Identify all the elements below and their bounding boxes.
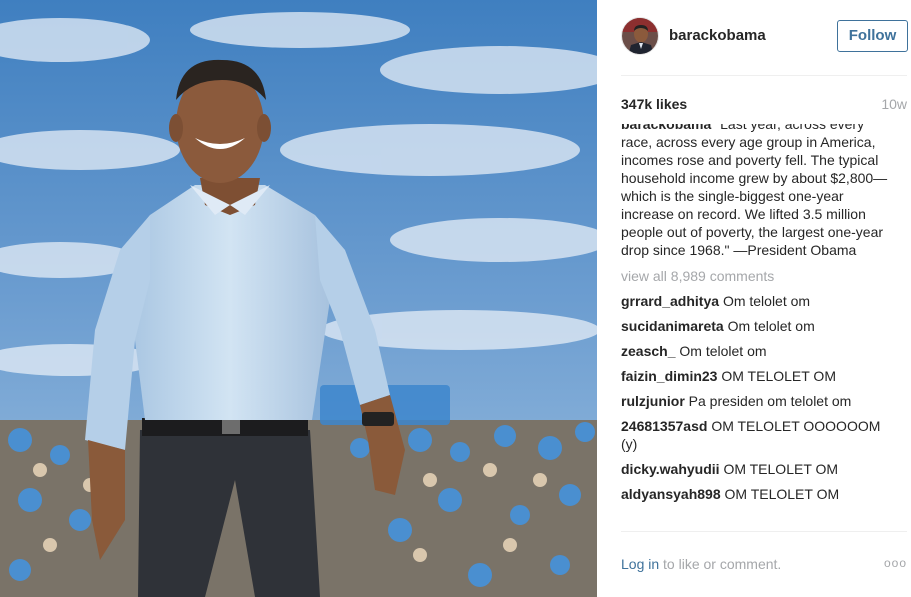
view-all-comments-link[interactable]: view all 8,989 comments bbox=[621, 267, 896, 285]
login-link[interactable]: Log in bbox=[621, 556, 659, 572]
post-footer: Log in to like or comment. ooo bbox=[621, 531, 907, 597]
comment-username[interactable]: grrard_adhitya bbox=[621, 293, 719, 309]
comment-row: faizin_dimin23 OM TELOLET OM bbox=[621, 367, 896, 385]
avatar[interactable] bbox=[621, 17, 659, 55]
comment-row: sucidanimareta Om telolet om bbox=[621, 317, 896, 335]
comment-username[interactable]: faizin_dimin23 bbox=[621, 368, 717, 384]
comments-list[interactable]: barackobama "Last year, across every rac… bbox=[621, 124, 896, 524]
comment-username[interactable]: aldyansyah898 bbox=[621, 486, 721, 502]
comment-text: Pa presiden om telolet om bbox=[688, 393, 852, 409]
comment-text: Om telolet om bbox=[679, 343, 767, 359]
more-options-icon[interactable]: ooo bbox=[884, 556, 907, 570]
comment-text: Om telolet om bbox=[722, 293, 811, 309]
likes-row: 347k likes 10w bbox=[621, 96, 907, 114]
comment-username[interactable]: 24681357asd bbox=[621, 418, 707, 434]
comment-username[interactable]: zeasch_ bbox=[621, 343, 675, 359]
comment-username[interactable]: dicky.wahyudii bbox=[621, 461, 720, 477]
comment-username[interactable]: sucidanimareta bbox=[621, 318, 724, 334]
caption: barackobama "Last year, across every rac… bbox=[621, 124, 896, 259]
follow-button[interactable]: Follow bbox=[837, 20, 908, 52]
comment-row: dicky.wahyudii OM TELOLET OM bbox=[621, 460, 896, 478]
caption-text: "Last year, across every race, across ev… bbox=[621, 124, 888, 258]
post-age[interactable]: 10w bbox=[881, 96, 907, 112]
comment-text: Om telolet om bbox=[727, 318, 815, 334]
login-prompt: Log in to like or comment. bbox=[621, 556, 781, 572]
comment-row: rulzjunior Pa presiden om telolet om bbox=[621, 392, 896, 410]
comment-text: OM TELOLET OM bbox=[724, 486, 840, 502]
username-link[interactable]: barackobama bbox=[669, 27, 766, 44]
comment-text: OM TELOLET OM bbox=[723, 461, 839, 477]
comment-row: 24681357asd OM TELOLET OOOOOOM (y) bbox=[621, 417, 896, 453]
comment-row: zeasch_ Om telolet om bbox=[621, 342, 896, 360]
avatar-image bbox=[622, 18, 658, 54]
caption-username[interactable]: barackobama bbox=[621, 124, 711, 132]
post-side-panel: barackobama Follow 347k likes 10w barack… bbox=[597, 0, 911, 597]
comment-row: grrard_adhitya Om telolet om bbox=[621, 292, 896, 310]
photo-illustration bbox=[0, 0, 597, 597]
comment-text: OM TELOLET OM bbox=[721, 368, 836, 384]
post-header: barackobama Follow bbox=[621, 0, 908, 76]
post-photo[interactable] bbox=[0, 0, 597, 597]
comment-row: aldyansyah898 OM TELOLET OM bbox=[621, 485, 896, 503]
login-suffix: to like or comment. bbox=[659, 556, 782, 572]
likes-count[interactable]: 347k likes bbox=[621, 96, 687, 112]
comment-username[interactable]: rulzjunior bbox=[621, 393, 685, 409]
